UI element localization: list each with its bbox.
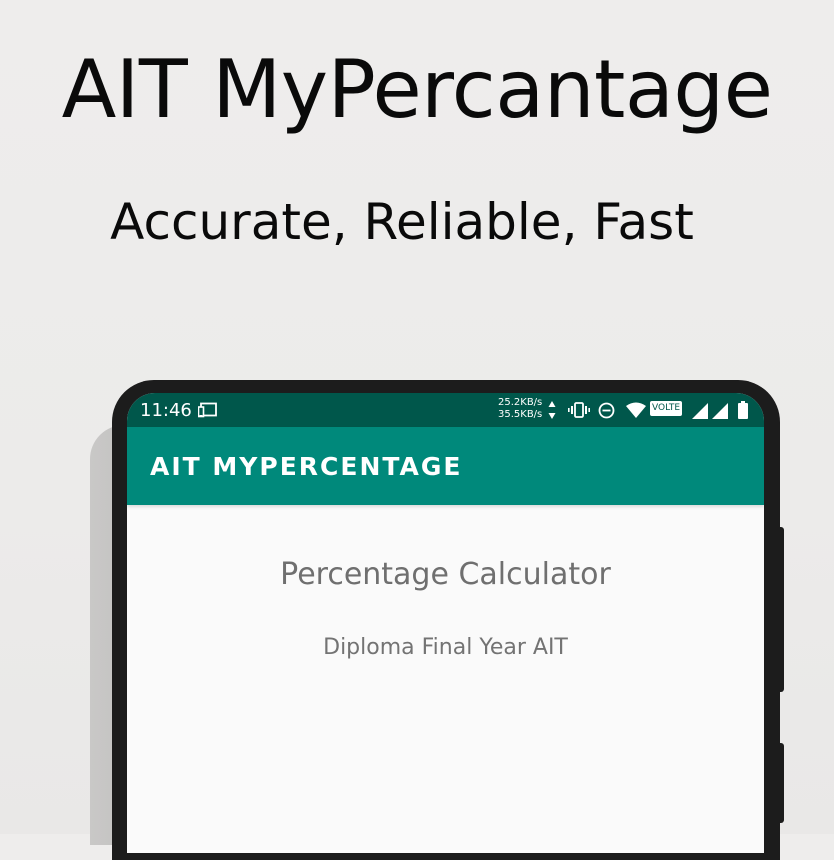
data-arrows-icon [548, 401, 556, 419]
network-speed: 25.2KB/s 35.5KB/s [498, 397, 542, 421]
phone-volume-button [776, 527, 784, 692]
phone-screen: 11:46 25.2KB/s 35.5KB/s VOLTE AIT MYPERC… [127, 393, 764, 853]
battery-icon [738, 401, 748, 419]
app-bar: AIT MYPERCENTAGE [127, 427, 764, 505]
vibrate-icon [568, 402, 590, 418]
wifi-icon [626, 402, 646, 418]
phone-power-button [776, 743, 784, 823]
signal-icon [692, 403, 708, 419]
cast-icon [198, 402, 217, 418]
promo-tagline: Accurate, Reliable, Fast [110, 193, 694, 251]
calculator-subtitle: Diploma Final Year AIT [323, 635, 568, 660]
calculator-title: Percentage Calculator [280, 557, 611, 592]
do-not-disturb-icon [598, 402, 615, 419]
signal-icon [712, 403, 728, 419]
status-time: 11:46 [140, 400, 192, 421]
promo-headline: AIT MyPercantage [61, 43, 773, 136]
app-bar-title: AIT MYPERCENTAGE [150, 452, 463, 481]
volte-badge: VOLTE [650, 401, 683, 416]
download-speed: 35.5KB/s [498, 409, 543, 420]
status-bar: 11:46 25.2KB/s 35.5KB/s VOLTE [127, 393, 764, 427]
upload-speed: 25.2KB/s [498, 397, 543, 408]
